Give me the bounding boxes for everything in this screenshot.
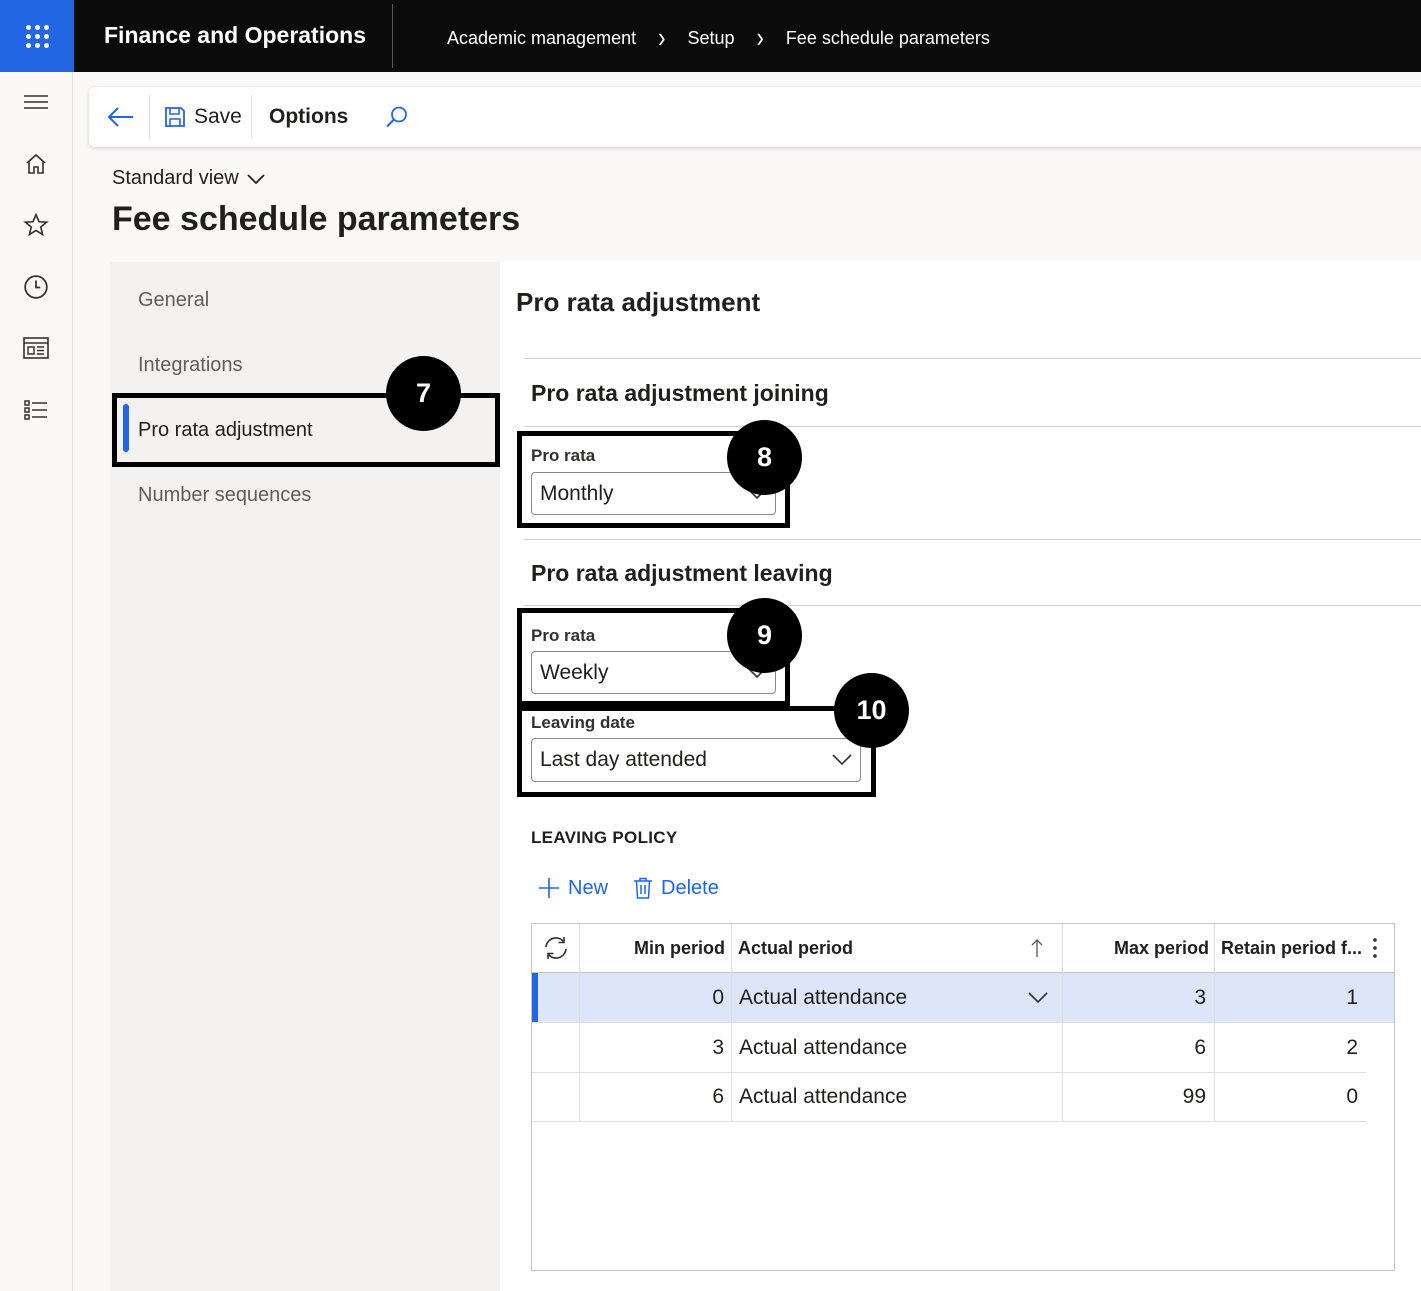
app-title[interactable]: Finance and Operations (104, 22, 366, 49)
breadcrumb: Academic management › Setup › Fee schedu… (447, 21, 990, 54)
hamburger-icon[interactable] (20, 86, 52, 118)
action-separator (251, 95, 252, 139)
joining-group-title[interactable]: Pro rata adjustment joining (531, 380, 829, 407)
cell-actual-period[interactable]: Actual attendance (739, 973, 1019, 1022)
column-header-retain-period[interactable]: Retain period f... (1221, 924, 1362, 972)
breadcrumb-item-academic-management[interactable]: Academic management (447, 28, 636, 49)
delete-button[interactable]: Delete (633, 872, 719, 904)
callout-box-leaving-date (517, 706, 876, 797)
sort-ascending-icon[interactable] (1030, 924, 1050, 972)
save-button[interactable]: Save (164, 87, 242, 147)
column-divider (731, 924, 732, 1121)
cell-retain-period[interactable]: 2 (1222, 1023, 1358, 1072)
cell-retain-period[interactable]: 0 (1222, 1072, 1358, 1121)
group-divider (524, 426, 1421, 427)
home-icon[interactable] (20, 148, 52, 180)
leaving-policy-heading[interactable]: LEAVING POLICY (531, 828, 678, 848)
cell-min-period[interactable]: 6 (580, 1072, 724, 1121)
more-options-icon[interactable] (1372, 924, 1388, 972)
options-button[interactable]: Options (269, 87, 348, 147)
breadcrumb-item-fee-schedule-parameters[interactable]: Fee schedule parameters (786, 28, 990, 49)
callout-badge: 10 (834, 673, 909, 748)
section-title: Pro rata adjustment (516, 287, 761, 317)
cell-min-period[interactable]: 0 (580, 973, 724, 1022)
action-separator (149, 95, 150, 139)
action-pane: Save Options (89, 87, 1421, 147)
chevron-right-icon: › (756, 21, 764, 54)
refresh-icon (545, 937, 567, 959)
search-button[interactable] (385, 87, 409, 147)
navigation-rail (0, 72, 73, 1291)
breadcrumb-item-setup[interactable]: Setup (687, 28, 734, 49)
group-divider (524, 539, 1421, 540)
view-selector[interactable]: Standard view (112, 167, 265, 190)
callout-badge: 9 (727, 598, 802, 673)
view-label: Standard view (112, 167, 239, 189)
section-divider (524, 358, 1421, 359)
tab-number-sequences[interactable]: Number sequences (138, 484, 311, 507)
top-bar: Finance and Operations Academic manageme… (0, 0, 1421, 72)
waffle-icon (25, 24, 49, 48)
table-row[interactable]: 3 Actual attendance 6 2 (532, 1023, 1366, 1073)
list-icon[interactable] (20, 394, 52, 426)
page-title: Fee schedule parameters (112, 200, 521, 238)
topbar-divider (392, 4, 393, 68)
trash-icon (634, 877, 652, 899)
tab-general[interactable]: General (138, 289, 209, 312)
new-label: New (568, 876, 609, 899)
cell-actual-period[interactable]: Actual attendance (739, 1023, 1019, 1072)
row-selected-indicator (532, 973, 538, 1022)
group-divider (524, 605, 1421, 606)
callout-badge: 7 (386, 356, 461, 431)
column-divider (579, 924, 580, 1121)
cell-actual-period[interactable]: Actual attendance (739, 1072, 1019, 1121)
workspace-icon[interactable] (20, 332, 52, 364)
back-arrow-icon (107, 107, 133, 127)
table-row[interactable]: 6 Actual attendance 99 0 (532, 1072, 1366, 1122)
plus-icon (539, 878, 559, 898)
cell-min-period[interactable]: 3 (580, 1023, 724, 1072)
new-button[interactable]: New (538, 872, 608, 904)
app-launcher-button[interactable] (0, 0, 74, 72)
callout-badge: 8 (727, 420, 802, 495)
clock-icon[interactable] (20, 271, 52, 303)
column-divider (1214, 924, 1215, 1121)
search-icon (386, 106, 407, 128)
cell-max-period[interactable]: 6 (1072, 1023, 1206, 1072)
back-button[interactable] (107, 87, 135, 147)
delete-label: Delete (661, 876, 719, 899)
chevron-down-icon[interactable] (1028, 973, 1052, 1022)
save-icon (165, 107, 185, 127)
leaving-group-title[interactable]: Pro rata adjustment leaving (531, 560, 833, 587)
refresh-button[interactable] (542, 924, 572, 972)
leaving-policy-grid: Min period Actual period Max period Reta… (531, 923, 1395, 1271)
cell-max-period[interactable]: 3 (1072, 973, 1206, 1022)
star-icon[interactable] (20, 209, 52, 241)
cell-max-period[interactable]: 99 (1072, 1072, 1206, 1121)
column-header-max-period[interactable]: Max period (1072, 924, 1209, 972)
column-header-actual-period[interactable]: Actual period (738, 924, 1038, 972)
cell-retain-period[interactable]: 1 (1222, 973, 1358, 1022)
save-label: Save (194, 105, 242, 128)
column-divider (1062, 924, 1063, 1121)
chevron-down-icon (247, 173, 265, 184)
tab-integrations[interactable]: Integrations (138, 354, 243, 377)
table-row[interactable]: 0 Actual attendance 3 1 (532, 973, 1394, 1023)
chevron-right-icon: › (658, 21, 666, 54)
column-header-min-period[interactable]: Min period (580, 924, 725, 972)
